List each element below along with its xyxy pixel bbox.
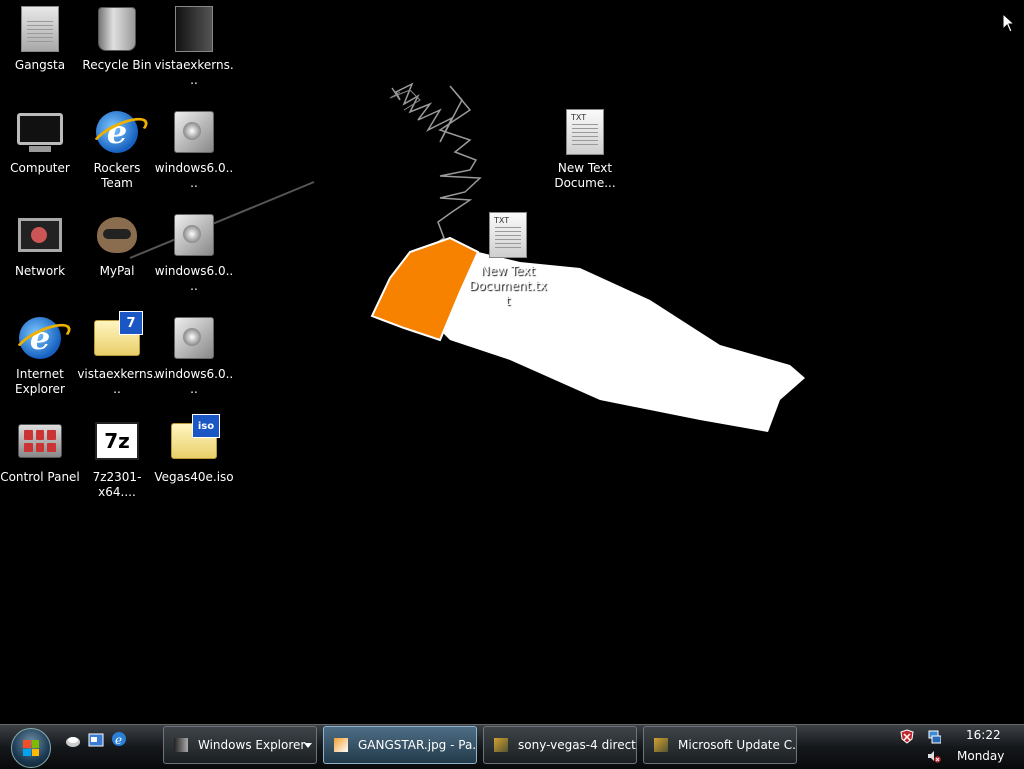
icon-label: 7z2301-x64.... <box>92 470 142 499</box>
text-document-icon: TXT <box>566 109 604 155</box>
quicklaunch-internet-explorer-icon[interactable]: e <box>111 731 127 747</box>
icon-label: Network <box>14 264 66 278</box>
icon-label: Gangsta <box>14 58 66 72</box>
recycle-bin-icon <box>98 7 136 51</box>
taskbar-button-paint[interactable]: GANGSTAR.jpg - Pa... <box>323 726 477 764</box>
taskbar-button-sony-vegas[interactable]: sony-vegas-4 direct... <box>483 726 637 764</box>
icon-label: vistaexkerns... <box>77 367 157 396</box>
paint-icon <box>334 738 348 752</box>
icon-label: Control Panel <box>0 470 80 484</box>
control-panel-icon <box>18 424 62 458</box>
computer-icon <box>17 112 63 145</box>
task-label: sony-vegas-4 direct... <box>518 738 637 752</box>
svg-text:e: e <box>115 733 122 747</box>
setup-icon <box>174 317 214 359</box>
icon-label: Rockers Team <box>93 161 141 190</box>
butterfly-icon <box>494 738 508 752</box>
desktop-icon-windows6-1[interactable]: windows6.0.... <box>154 107 234 191</box>
icon-label: New Text Document.txt <box>469 264 547 308</box>
icon-label: Vegas40e.iso <box>154 470 234 484</box>
butterfly-icon <box>654 738 668 752</box>
clock-time[interactable]: 16:22 <box>966 728 1001 742</box>
smoke-line <box>391 82 482 247</box>
desktop-icon-7z2301[interactable]: 7z 7z2301-x64.... <box>77 416 157 500</box>
icon-label: windows6.0.... <box>154 367 234 396</box>
text-document-icon: TXT <box>489 212 527 258</box>
taskbar-button-microsoft-update[interactable]: Microsoft Update C... <box>643 726 797 764</box>
desktop-icon-recycle-bin[interactable]: Recycle Bin <box>77 4 157 73</box>
quicklaunch-show-desktop-icon[interactable] <box>65 733 81 749</box>
security-shield-icon[interactable] <box>900 729 914 744</box>
chevron-down-icon <box>304 743 312 748</box>
task-label: Microsoft Update C... <box>678 738 797 752</box>
network-status-icon[interactable] <box>927 730 941 744</box>
setup-icon <box>174 214 214 256</box>
desktop-icon-windows6-3[interactable]: windows6.0.... <box>154 313 234 397</box>
windows-logo-icon <box>23 740 39 756</box>
gangsta-doc-icon <box>21 6 59 52</box>
setup-icon <box>174 111 214 153</box>
mouse-cursor-icon <box>1002 13 1016 33</box>
ie-shortcut-icon: e <box>96 111 138 153</box>
icon-label: vistaexkerns... <box>154 58 234 87</box>
desktop-icon-mypal[interactable]: MyPal <box>77 210 157 279</box>
desktop-icon-vegas-iso[interactable]: iso Vegas40e.iso <box>154 414 234 485</box>
icon-label: Internet Explorer <box>15 367 65 396</box>
icon-label: Computer <box>10 161 70 175</box>
7zip-installer-icon: 7z <box>95 422 139 460</box>
7zip-folder-icon: 7 <box>94 311 143 356</box>
icon-label: Recycle Bin <box>82 58 152 72</box>
desktop-icon-vistaexkerns-2[interactable]: 7 vistaexkerns... <box>77 311 157 397</box>
mypal-icon <box>97 217 137 253</box>
quicklaunch-switch-windows-icon[interactable] <box>88 732 104 748</box>
task-label: Windows Explorer <box>198 738 306 752</box>
icon-label: windows6.0.... <box>154 264 234 293</box>
internet-explorer-icon: e <box>19 317 61 359</box>
icon-label: MyPal <box>99 264 135 278</box>
desktop-icon-network[interactable]: Network <box>0 210 80 279</box>
desktop-icon-internet-explorer[interactable]: e Internet Explorer <box>0 313 80 397</box>
icon-label: windows6.0.... <box>154 161 234 190</box>
desktop[interactable]: Gangsta Recycle Bin vistaexkerns... Comp… <box>0 0 1024 724</box>
desktop-icon-computer[interactable]: Computer <box>0 107 80 176</box>
desktop-icon-windows6-2[interactable]: windows6.0.... <box>154 210 234 294</box>
taskbar: e Windows Explorer GANGSTAR.jpg - Pa... … <box>0 724 1024 769</box>
desktop-icon-new-text-document-2[interactable]: TXT New Text Document.txt <box>468 210 548 309</box>
network-icon <box>18 218 62 252</box>
volume-muted-icon[interactable] <box>927 749 941 763</box>
task-label: GANGSTAR.jpg - Pa... <box>358 738 477 752</box>
desktop-icon-rockers-team[interactable]: e Rockers Team <box>77 107 157 191</box>
iso-file-icon: iso <box>171 414 220 459</box>
folder-icon <box>174 738 188 752</box>
taskbar-button-windows-explorer[interactable]: Windows Explorer <box>163 726 317 764</box>
icon-label: New Text Docume... <box>554 161 616 190</box>
desktop-icon-control-panel[interactable]: Control Panel <box>0 416 80 485</box>
desktop-icon-new-text-document-1[interactable]: TXT New Text Docume... <box>545 107 625 191</box>
clock-day[interactable]: Monday <box>957 749 1004 763</box>
start-button[interactable] <box>11 728 51 768</box>
desktop-icon-vistaexkerns-1[interactable]: vistaexkerns... <box>154 4 234 88</box>
desktop-icon-gangsta[interactable]: Gangsta <box>0 4 80 73</box>
dark-folder-icon <box>175 6 213 52</box>
